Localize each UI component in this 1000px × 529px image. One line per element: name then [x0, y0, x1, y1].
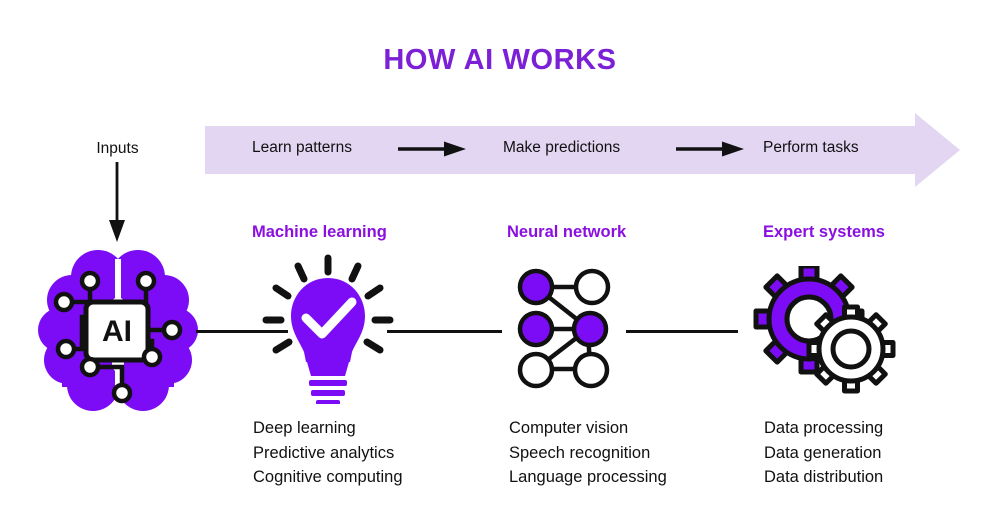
infographic-canvas: HOW AI WORKS Learn patterns Make predict… [0, 0, 1000, 529]
brain-chip-icon: AI [38, 245, 198, 415]
neural-network-icon [512, 268, 616, 390]
arrow-down-icon [103, 162, 131, 242]
list-item: Cognitive computing [253, 468, 403, 486]
list-expert-systems: Data processing Data generation Data dis… [764, 416, 883, 490]
brain-chip-label: AI [102, 315, 132, 348]
arrow-right-icon [676, 141, 744, 157]
lightbulb-check-icon [262, 252, 394, 405]
list-item: Data generation [764, 443, 882, 462]
heading-expert-systems: Expert systems [763, 223, 885, 241]
inputs-label: Inputs [96, 140, 139, 157]
connector-line [626, 330, 738, 333]
list-neural-network: Computer vision Speech recognition Langu… [509, 416, 667, 490]
list-item: Language processing [509, 468, 667, 486]
banner-step-make-predictions: Make predictions [503, 139, 621, 156]
page-title: HOW AI WORKS [383, 44, 617, 76]
list-item: Computer vision [509, 419, 629, 437]
heading-neural-network: Neural network [507, 223, 627, 241]
banner-step-perform-tasks: Perform tasks [763, 139, 859, 156]
connector-line [387, 330, 502, 333]
list-item: Deep learning [253, 419, 356, 437]
gears-icon [752, 263, 900, 396]
list-item: Data processing [764, 419, 884, 437]
list-item: Speech recognition [509, 443, 651, 462]
banner-step-learn-patterns: Learn patterns [252, 139, 352, 156]
heading-machine-learning: Machine learning [252, 223, 387, 241]
list-item: Predictive analytics [253, 443, 395, 462]
list-item: Data distribution [764, 468, 884, 486]
list-machine-learning: Deep learning Predictive analytics Cogni… [253, 416, 403, 490]
arrow-right-icon [398, 141, 466, 157]
